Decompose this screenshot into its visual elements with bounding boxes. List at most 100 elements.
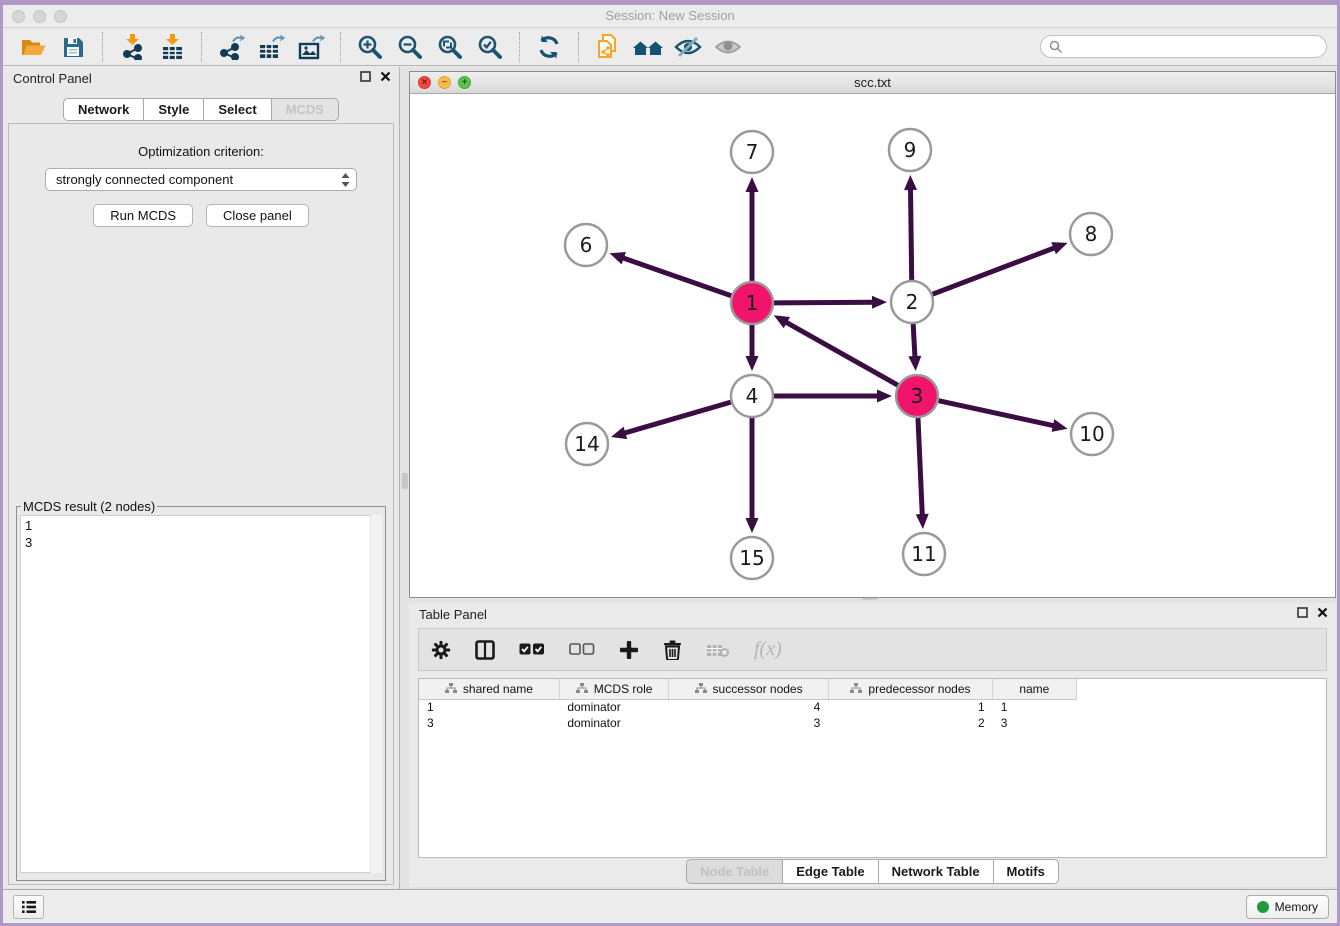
show-all-button[interactable] <box>708 31 748 63</box>
graph-edge-1-4[interactable] <box>746 325 759 371</box>
graph-edge-2-8[interactable] <box>933 242 1068 294</box>
table-header-row: shared name MCDS role successor nodes pr… <box>419 679 1326 699</box>
zoom-selected-button[interactable] <box>470 31 510 63</box>
column-header-shared-name[interactable]: shared name <box>419 679 559 699</box>
graph-node-11[interactable]: 11 <box>903 533 945 575</box>
control-panel-tabs: Network Style Select MCDS <box>3 98 399 121</box>
column-header-mcds-role[interactable]: MCDS role <box>559 679 669 699</box>
add-button[interactable] <box>619 640 639 660</box>
graph-edge-4-3[interactable] <box>774 390 892 403</box>
graph-edge-1-2[interactable] <box>774 296 887 309</box>
splitter-grip-vertical[interactable] <box>402 473 408 489</box>
tab-network-table[interactable]: Network Table <box>879 859 994 884</box>
tab-edge-table[interactable]: Edge Table <box>783 859 878 884</box>
split-columns-button[interactable] <box>475 640 495 660</box>
graph-node-10[interactable]: 10 <box>1071 413 1113 455</box>
trash-button[interactable] <box>663 639 682 660</box>
close-panel-button[interactable]: Close panel <box>206 204 309 227</box>
column-header-name[interactable]: name <box>993 679 1076 699</box>
export-table-button[interactable] <box>251 31 291 63</box>
graph-edge-3-1[interactable] <box>774 315 898 385</box>
svg-text:15: 15 <box>739 546 764 570</box>
graph-node-7[interactable]: 7 <box>731 131 773 173</box>
mcds-result-list[interactable]: 13 <box>20 515 382 873</box>
graph-node-1[interactable]: 1 <box>731 282 773 324</box>
table-cell[interactable]: 1 <box>828 699 992 715</box>
tab-network[interactable]: Network <box>63 98 144 121</box>
tab-style[interactable]: Style <box>144 98 204 121</box>
graph-node-3[interactable]: 3 <box>896 375 938 417</box>
graph-node-8[interactable]: 8 <box>1070 213 1112 255</box>
mcds-result-title: MCDS result (2 nodes) <box>21 499 157 514</box>
table-panel: Table Panel <box>409 603 1336 887</box>
graph-edge-2-9[interactable] <box>904 175 917 280</box>
graph-edge-3-11[interactable] <box>916 418 929 529</box>
hide-selected-button[interactable] <box>668 31 708 63</box>
table-cell[interactable]: 4 <box>669 699 828 715</box>
refresh-button[interactable] <box>529 31 569 63</box>
search-input[interactable] <box>1040 35 1327 58</box>
tab-mcds[interactable]: MCDS <box>272 98 339 121</box>
chevron-up-down-icon <box>341 173 350 187</box>
add-icon <box>619 640 639 660</box>
table-toolbar: f(x) <box>418 628 1327 671</box>
graph-node-15[interactable]: 15 <box>731 537 773 579</box>
gear-button[interactable] <box>431 640 451 660</box>
select-all-columns-button[interactable] <box>519 643 545 656</box>
result-scrollbar[interactable] <box>370 515 382 873</box>
toolbar-separator <box>578 32 579 62</box>
graph-node-4[interactable]: 4 <box>731 375 773 417</box>
graph-node-6[interactable]: 6 <box>565 224 607 266</box>
duplicate-network-button[interactable] <box>588 31 628 63</box>
table-cell[interactable]: 3 <box>419 715 559 731</box>
tab-node-table[interactable]: Node Table <box>686 859 783 884</box>
close-panel-icon[interactable] <box>1317 607 1328 618</box>
unselect-all-columns-button[interactable] <box>569 643 595 656</box>
open-file-button[interactable] <box>13 31 53 63</box>
import-network-icon <box>119 34 145 60</box>
column-header-predecessor-nodes[interactable]: predecessor nodes <box>828 679 992 699</box>
export-network-button[interactable] <box>211 31 251 63</box>
graph-edge-2-3[interactable] <box>908 324 921 371</box>
svg-text:3: 3 <box>911 384 924 408</box>
show-task-history-button[interactable] <box>13 895 44 919</box>
network-view-window: × − + scc.txt 7968124314101511 <box>409 71 1336 598</box>
graph-node-2[interactable]: 2 <box>891 281 933 323</box>
import-table-button[interactable] <box>152 31 192 63</box>
zoom-out-button[interactable] <box>390 31 430 63</box>
memory-button[interactable]: Memory <box>1246 895 1329 919</box>
table-cell[interactable]: 1 <box>419 699 559 715</box>
table-cell[interactable]: 2 <box>828 715 992 731</box>
float-panel-icon[interactable] <box>360 71 371 82</box>
app-title: Session: New Session <box>3 8 1337 23</box>
table-cell[interactable]: 3 <box>669 715 828 731</box>
first-neighbors-button[interactable] <box>628 31 668 63</box>
optimization-criterion-select[interactable]: strongly connected component <box>45 168 357 191</box>
run-mcds-button[interactable]: Run MCDS <box>93 204 193 227</box>
graph-edge-3-10[interactable] <box>938 401 1067 432</box>
close-panel-icon[interactable] <box>380 71 391 82</box>
table-cell[interactable]: dominator <box>559 699 669 715</box>
import-network-button[interactable] <box>112 31 152 63</box>
zoom-in-button[interactable] <box>350 31 390 63</box>
export-image-button[interactable] <box>291 31 331 63</box>
graph-edge-4-14[interactable] <box>611 402 731 439</box>
graph-node-9[interactable]: 9 <box>889 129 931 171</box>
table-row: 3dominator323 <box>419 715 1326 731</box>
tab-select[interactable]: Select <box>204 98 271 121</box>
graph-edge-1-7[interactable] <box>746 177 759 281</box>
table-cell[interactable]: 3 <box>993 715 1076 731</box>
svg-text:10: 10 <box>1079 422 1104 446</box>
zoom-fit-button[interactable] <box>430 31 470 63</box>
table-cell[interactable]: dominator <box>559 715 669 731</box>
network-canvas[interactable]: 7 9 6 8 1 2 4 3 14 10 15 11 <box>410 94 1335 597</box>
graph-node-14[interactable]: 14 <box>566 423 608 465</box>
graph-edge-4-15[interactable] <box>746 418 759 533</box>
mcds-result-line: 3 <box>25 534 377 551</box>
float-panel-icon[interactable] <box>1297 607 1308 618</box>
tab-motifs[interactable]: Motifs <box>994 859 1059 884</box>
table-cell[interactable]: 1 <box>993 699 1076 715</box>
graph-edge-1-6[interactable] <box>610 252 732 296</box>
column-header-successor-nodes[interactable]: successor nodes <box>669 679 828 699</box>
save-session-button[interactable] <box>53 31 93 63</box>
